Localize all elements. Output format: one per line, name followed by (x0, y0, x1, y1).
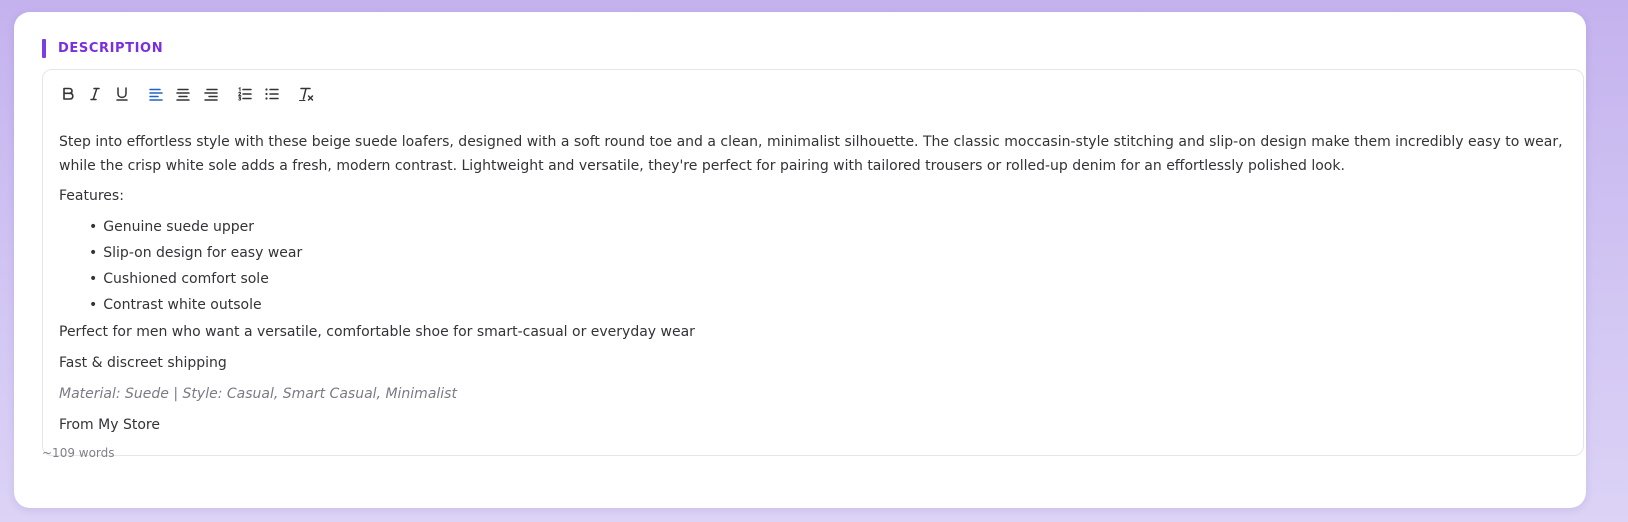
align-left-icon (149, 88, 163, 101)
align-center-icon (176, 88, 190, 101)
list-item: Genuine suede upper (89, 215, 1567, 241)
ordered-list-icon (238, 86, 252, 101)
store-text: From My Store (59, 417, 160, 433)
align-center-button[interactable] (171, 82, 195, 106)
align-right-icon (204, 88, 218, 101)
bullet-list-button[interactable] (260, 82, 284, 106)
editor-toolbar (43, 70, 1583, 114)
rich-text-editor[interactable]: Step into effortless style with these be… (42, 69, 1584, 456)
features-label: Features: (59, 188, 124, 204)
clear-format-button[interactable] (295, 82, 319, 106)
italic-button[interactable] (83, 82, 107, 106)
audience-text: Perfect for men who want a versatile, co… (59, 324, 695, 340)
section-header: DESCRIPTION (42, 39, 163, 58)
material-style-text: Material: Suede | Style: Casual, Smart C… (59, 386, 457, 402)
ordered-list-button[interactable] (233, 82, 257, 106)
word-count: ~109 words (42, 446, 115, 460)
bold-button[interactable] (56, 82, 80, 106)
underline-icon (116, 87, 128, 101)
clear-format-icon (299, 87, 314, 101)
section-title: DESCRIPTION (58, 41, 164, 56)
italic-icon (90, 87, 100, 101)
features-list: Genuine suede upper Slip-on design for e… (59, 215, 1567, 319)
bullet-list-icon (265, 88, 279, 100)
bold-icon (63, 87, 74, 100)
shipping-text: Fast & discreet shipping (59, 355, 227, 371)
editor-content[interactable]: Step into effortless style with these be… (59, 130, 1567, 444)
list-item: Slip-on design for easy wear (89, 241, 1567, 267)
description-intro: Step into effortless style with these be… (59, 134, 1563, 174)
description-card: DESCRIPTION Step into effortless style w… (14, 12, 1586, 508)
section-accent-bar (42, 39, 46, 58)
align-left-button[interactable] (144, 82, 168, 106)
list-item: Contrast white outsole (89, 293, 1567, 319)
list-item: Cushioned comfort sole (89, 267, 1567, 293)
align-right-button[interactable] (199, 82, 223, 106)
underline-button[interactable] (110, 82, 134, 106)
